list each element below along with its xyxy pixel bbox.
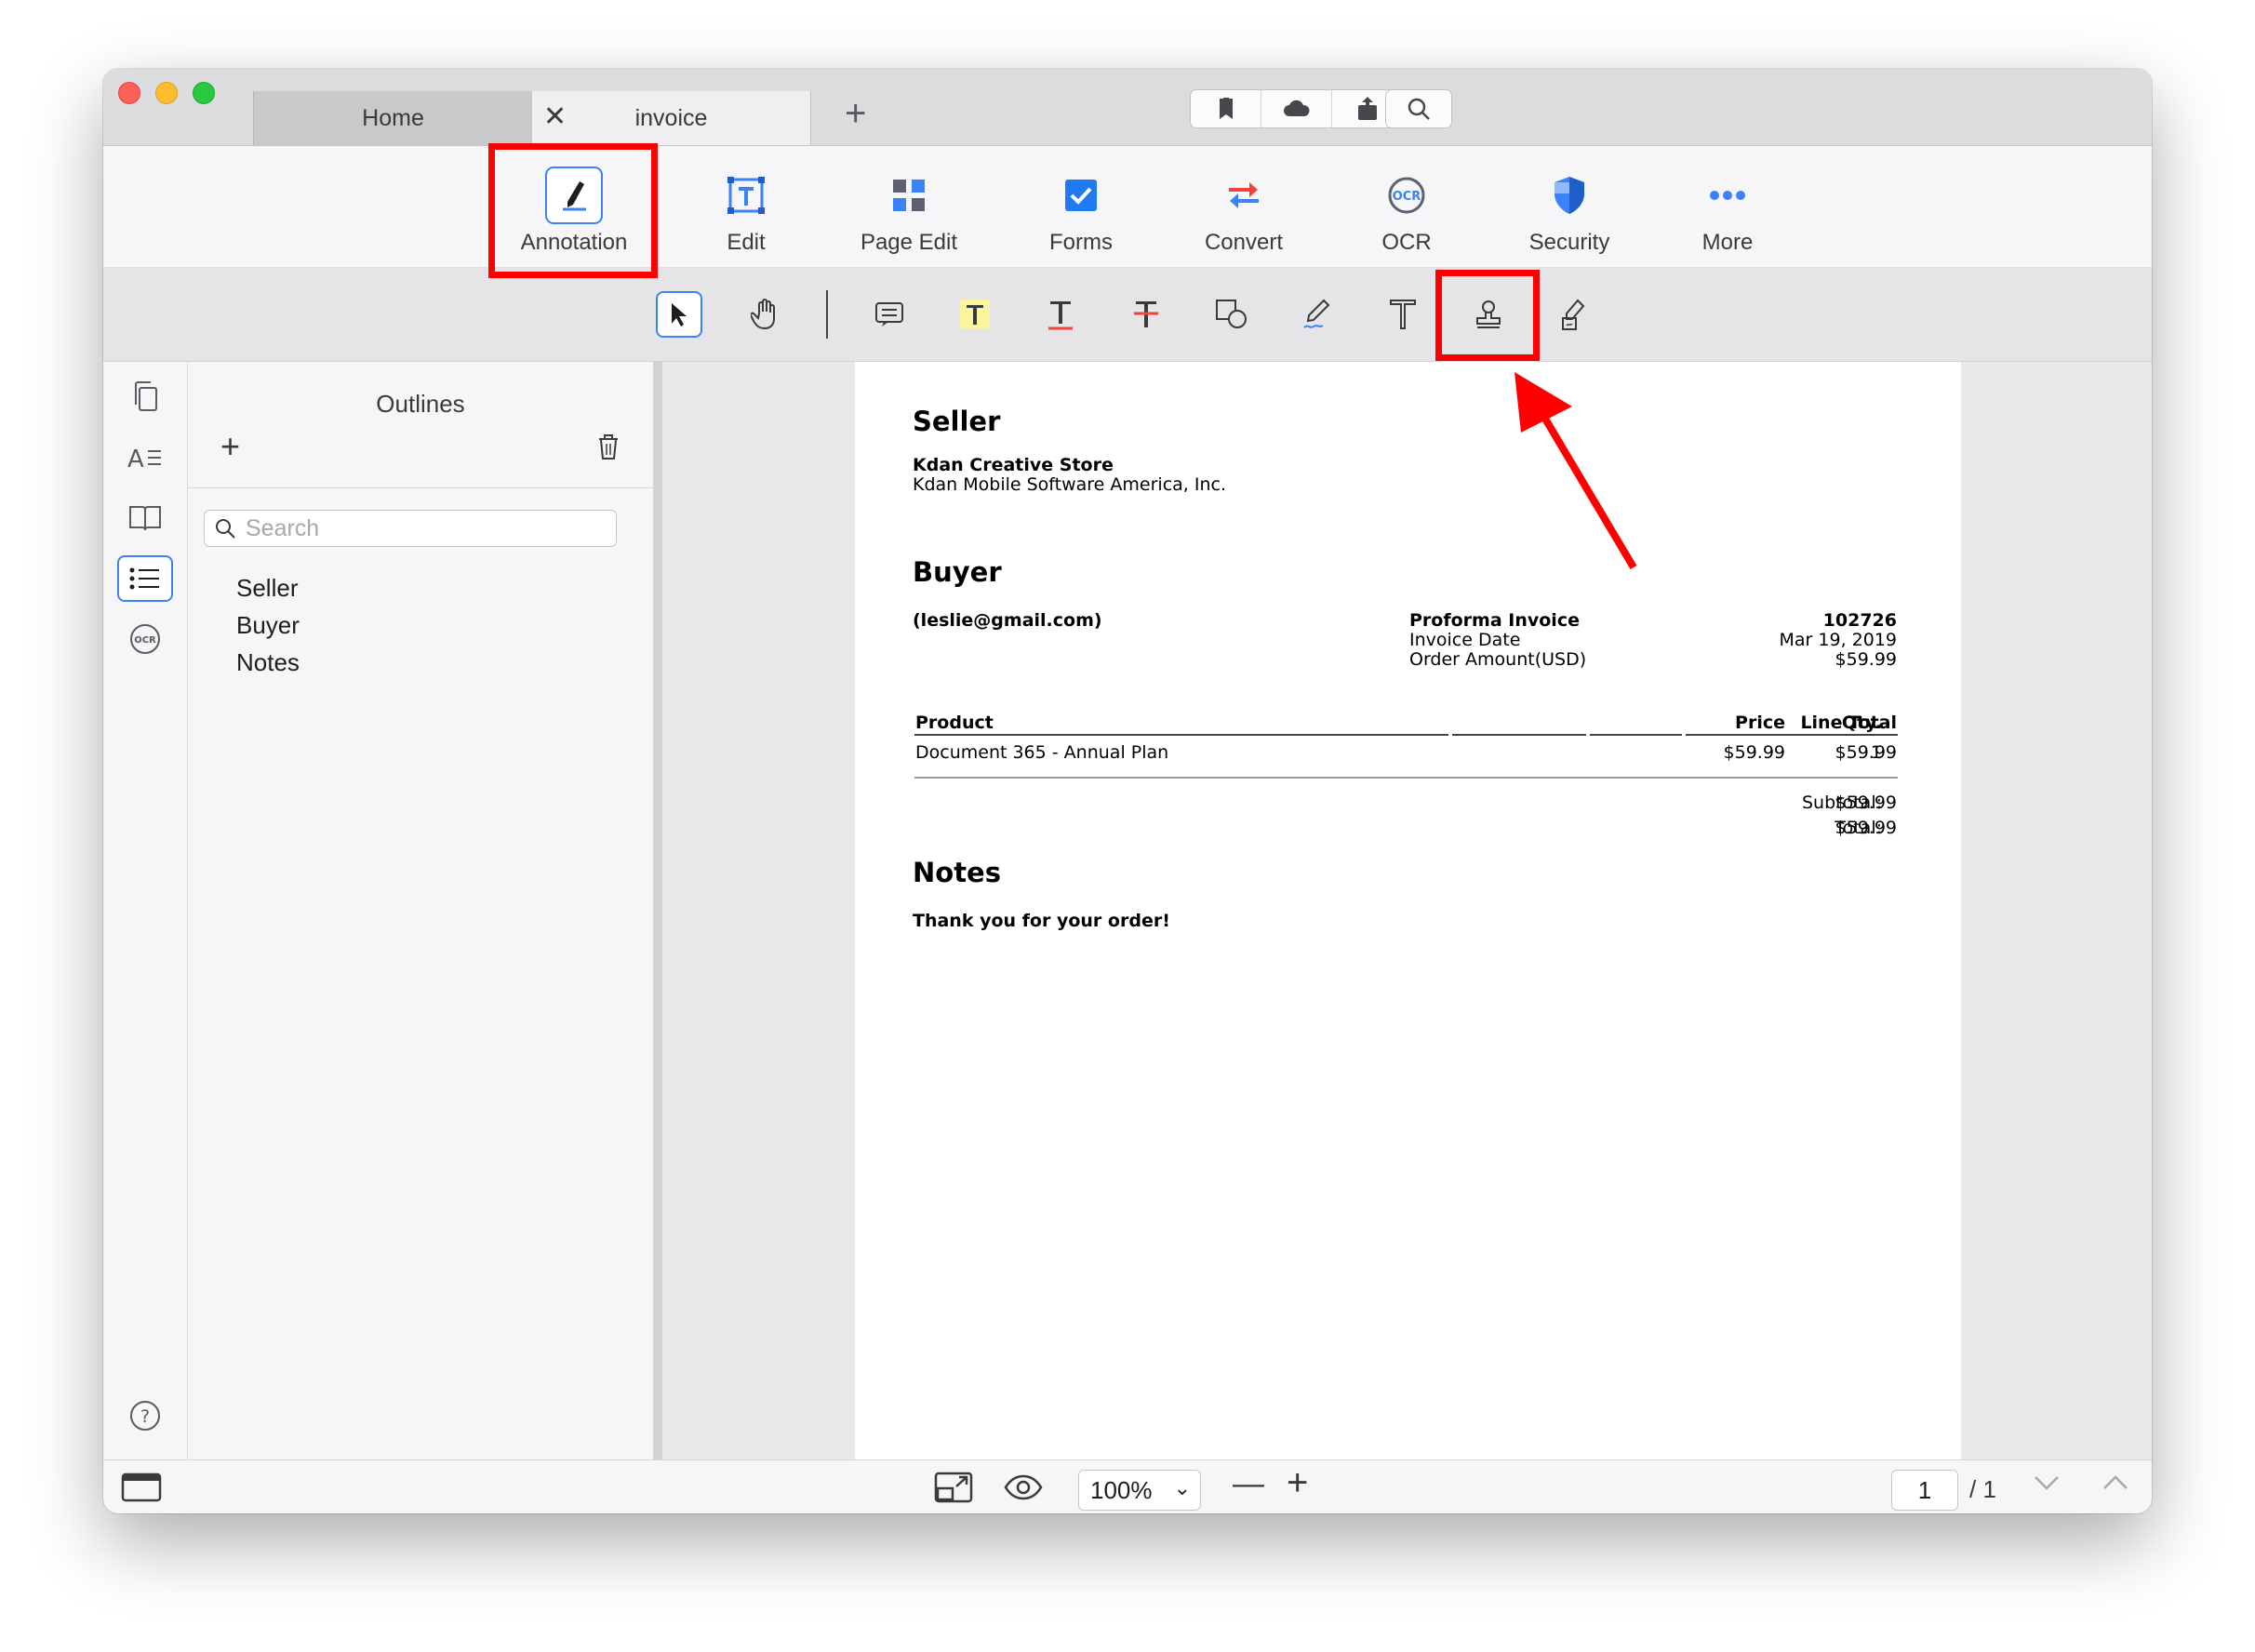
red-arrow-annotation: [1514, 372, 1637, 570]
red-arrow-head: [1514, 372, 1572, 433]
red-arrow-shaft: [1536, 406, 1637, 570]
